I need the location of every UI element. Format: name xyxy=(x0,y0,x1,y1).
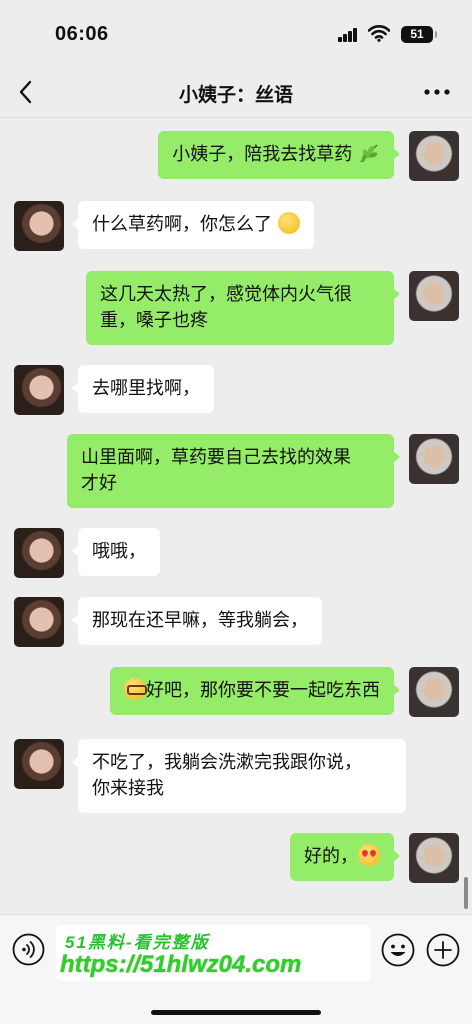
my-avatar[interactable] xyxy=(409,271,459,321)
watermark-url: https://51hlwz04.com xyxy=(60,951,302,978)
battery-icon: 51 xyxy=(401,26,437,43)
message-text-line2: 重，嗓子也疼 xyxy=(100,310,208,331)
message-text-line1: 不吃了，我躺会洗漱完我跟你说， xyxy=(92,752,362,773)
emoji-picker-icon[interactable] xyxy=(381,933,415,967)
status-bar: 06:06 51 xyxy=(0,0,472,66)
my-avatar[interactable] xyxy=(409,131,459,181)
wifi-icon xyxy=(368,25,390,42)
message-text: 好吧，那你要不要一起吃东西 xyxy=(146,680,380,701)
contact-avatar[interactable] xyxy=(14,365,64,415)
voice-input-icon[interactable] xyxy=(12,933,45,966)
my-avatar[interactable] xyxy=(409,833,459,883)
scrollbar[interactable] xyxy=(464,877,468,909)
message-list: 小姨子，陪我去找草药 什么草药啊，你怎么了 这几天太热了，感觉体内火气很 重，嗓… xyxy=(0,119,472,914)
status-time: 06:06 xyxy=(55,23,109,45)
message-bubble-received[interactable]: 那现在还早嘛，等我躺会， xyxy=(72,597,322,645)
message-bubble-sent[interactable]: 好的， xyxy=(290,833,400,881)
herb-emoji-icon xyxy=(360,144,378,163)
message-text: 什么草药啊，你怎么了 xyxy=(92,214,272,235)
input-bar: 51黑料-看完整版 https://51hlwz04.com xyxy=(0,914,472,1024)
chat-header: 小姨子：丝语 xyxy=(0,66,472,118)
message-text: 去哪里找啊， xyxy=(92,378,200,399)
message-text-line1: 这几天太热了，感觉体内火气很 xyxy=(100,284,352,305)
message-text-line2: 才好 xyxy=(81,473,117,494)
message-text-line2: 你来接我 xyxy=(92,778,164,799)
message-bubble-sent[interactable]: 山里面啊，草药要自己去找的效果 才好 xyxy=(67,434,400,508)
message-bubble-received[interactable]: 不吃了，我躺会洗漱完我跟你说， 你来接我 xyxy=(72,739,406,813)
nerd-face-emoji-icon xyxy=(124,678,147,700)
message-bubble-sent[interactable]: 好吧，那你要不要一起吃东西 xyxy=(110,667,400,715)
message-text: 那现在还早嘛，等我躺会， xyxy=(92,610,308,631)
chat-title: 小姨子：丝语 xyxy=(178,84,293,106)
message-bubble-received[interactable]: 什么草药啊，你怎么了 xyxy=(72,201,314,249)
battery-level: 51 xyxy=(410,27,424,41)
my-avatar[interactable] xyxy=(409,434,459,484)
contact-avatar[interactable] xyxy=(14,739,64,789)
home-indicator xyxy=(151,1010,321,1015)
contact-avatar[interactable] xyxy=(14,597,64,647)
add-attachment-icon[interactable] xyxy=(426,933,460,967)
message-bubble-sent[interactable]: 小姨子，陪我去找草药 xyxy=(158,131,400,179)
message-bubble-received[interactable]: 哦哦， xyxy=(72,528,160,576)
contact-avatar[interactable] xyxy=(14,201,64,251)
cellular-signal-icon xyxy=(338,28,358,42)
message-text: 好的， xyxy=(304,846,358,867)
heart-eyes-emoji-icon xyxy=(358,844,380,866)
my-avatar[interactable] xyxy=(409,667,459,717)
message-bubble-sent[interactable]: 这几天太热了，感觉体内火气很 重，嗓子也疼 xyxy=(86,271,400,345)
message-text: 哦哦， xyxy=(92,541,146,562)
message-text: 小姨子，陪我去找草药 xyxy=(172,144,353,165)
message-bubble-received[interactable]: 去哪里找啊， xyxy=(72,365,214,413)
contact-avatar[interactable] xyxy=(14,528,64,578)
flushed-face-emoji-icon xyxy=(277,212,300,234)
message-text-line1: 山里面啊，草药要自己去找的效果 xyxy=(81,447,351,468)
watermark-text: 51黑料-看完整版 xyxy=(65,933,210,952)
more-options-icon[interactable] xyxy=(420,82,454,102)
